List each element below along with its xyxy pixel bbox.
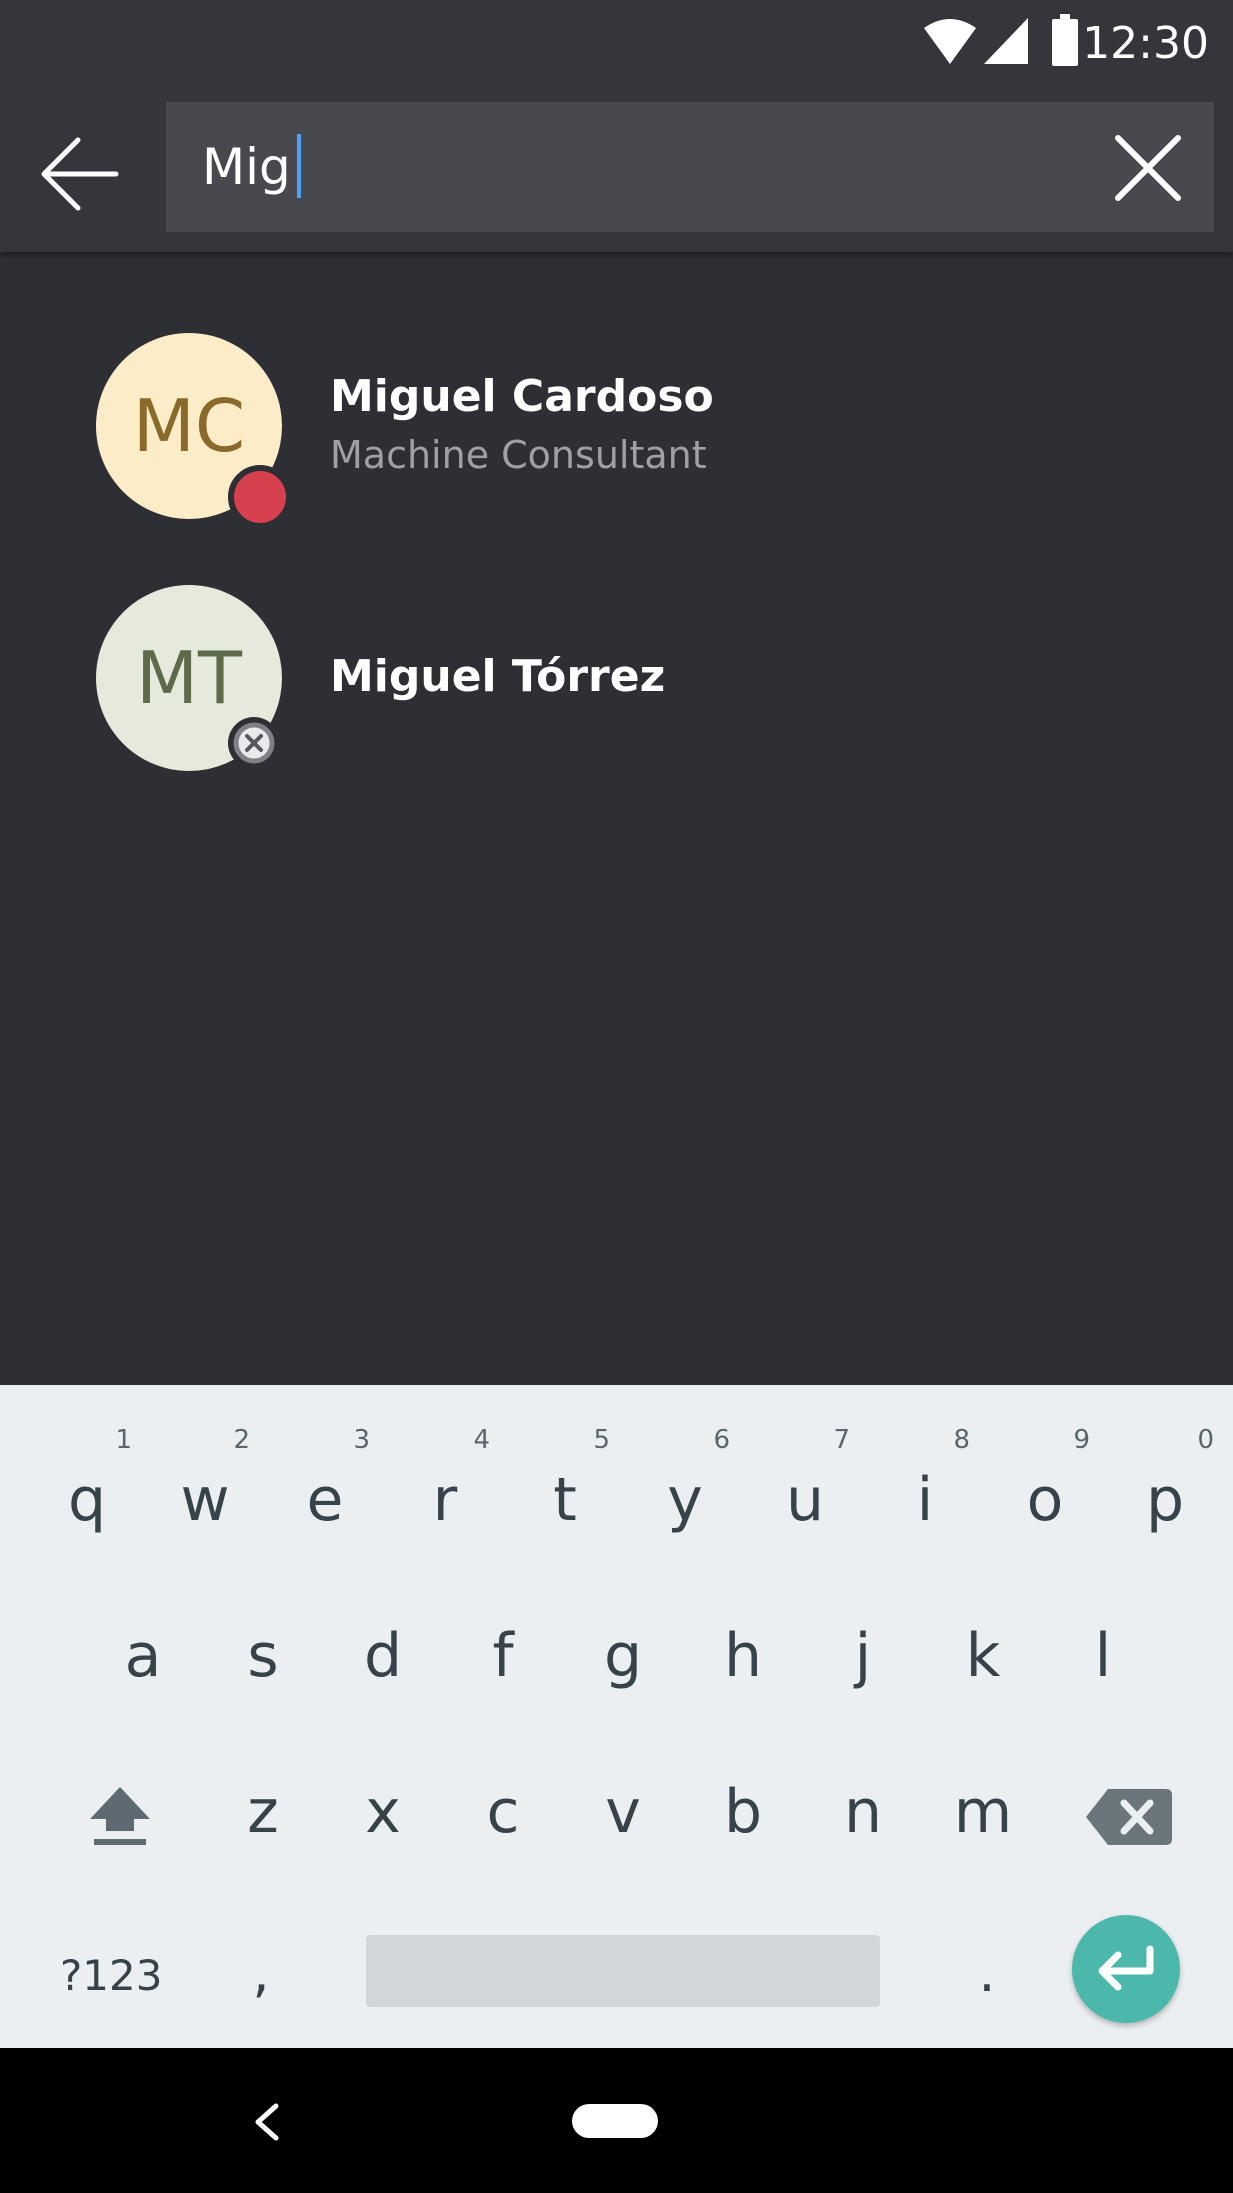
arrow-left-icon <box>41 137 119 211</box>
search-query-text: Mig <box>202 138 291 196</box>
key-v[interactable]: v <box>568 1777 678 1847</box>
key-b[interactable]: b <box>688 1777 798 1847</box>
search-header: Mig <box>0 90 1233 252</box>
key-m[interactable]: m <box>928 1777 1038 1847</box>
key-o[interactable]: o9 <box>990 1425 1100 1535</box>
avatar-initials: MT <box>135 636 243 720</box>
navigation-bar <box>0 2048 1233 2193</box>
contact-name: Miguel Tórrez <box>330 651 666 702</box>
key-p[interactable]: p0 <box>1110 1425 1220 1535</box>
key-w[interactable]: w2 <box>150 1425 260 1535</box>
status-bar: 12:30 <box>0 0 1233 90</box>
clear-search-button[interactable] <box>1112 132 1184 204</box>
on-screen-keyboard: q1 w2 e3 r4 t5 y6 u7 i8 o9 p0 a s d f g … <box>0 1385 1233 2048</box>
nav-home-icon[interactable] <box>572 2104 658 2138</box>
symbols-key[interactable]: ?123 <box>60 1951 162 2000</box>
backspace-key[interactable] <box>1086 1789 1172 1845</box>
signal-icon <box>984 18 1028 64</box>
search-input[interactable]: Mig <box>166 102 1214 232</box>
key-n[interactable]: n <box>808 1777 918 1847</box>
enter-arrow-icon <box>1098 1945 1154 1991</box>
key-r[interactable]: r4 <box>390 1425 500 1535</box>
key-i[interactable]: i8 <box>870 1425 980 1535</box>
key-u[interactable]: u7 <box>750 1425 860 1535</box>
key-j[interactable]: j <box>808 1621 918 1691</box>
contact-title: Machine Consultant <box>330 433 707 477</box>
contact-result-item[interactable]: MC Miguel Cardoso Machine Consultant <box>0 303 1233 529</box>
key-y[interactable]: y6 <box>630 1425 740 1535</box>
nav-back-icon <box>255 2103 279 2141</box>
comma-key[interactable]: , <box>206 1941 316 2004</box>
avatar-initials: MC <box>132 384 246 468</box>
backspace-icon <box>1086 1789 1172 1845</box>
text-caret <box>296 134 301 198</box>
key-g[interactable]: g <box>568 1621 678 1691</box>
key-e[interactable]: e3 <box>270 1425 380 1535</box>
space-key[interactable] <box>366 1935 880 2007</box>
key-h[interactable]: h <box>688 1621 798 1691</box>
battery-icon <box>1052 14 1078 66</box>
key-x[interactable]: x <box>328 1777 438 1847</box>
shift-key[interactable] <box>84 1779 156 1851</box>
key-c[interactable]: c <box>448 1777 558 1847</box>
key-f[interactable]: f <box>448 1621 558 1691</box>
period-key[interactable]: . <box>932 1941 1042 2004</box>
back-button[interactable] <box>36 128 128 220</box>
contact-result-item[interactable]: MT Miguel Tórrez <box>0 555 1233 775</box>
enter-key[interactable] <box>1072 1915 1180 2023</box>
shift-arrow-icon <box>90 1787 150 1845</box>
nav-back-button[interactable] <box>248 2102 288 2142</box>
key-a[interactable]: a <box>88 1621 198 1691</box>
status-time: 12:30 <box>1082 18 1209 69</box>
key-d[interactable]: d <box>328 1621 438 1691</box>
presence-busy-icon <box>228 465 292 529</box>
key-z[interactable]: z <box>208 1777 318 1847</box>
wifi-icon <box>924 19 976 64</box>
key-t[interactable]: t5 <box>510 1425 620 1535</box>
key-l[interactable]: l <box>1048 1621 1158 1691</box>
key-q[interactable]: q1 <box>32 1425 142 1535</box>
close-icon <box>1115 135 1181 201</box>
contact-name: Miguel Cardoso <box>330 371 714 422</box>
presence-offline-icon <box>228 717 280 769</box>
key-k[interactable]: k <box>928 1621 1038 1691</box>
key-s[interactable]: s <box>208 1621 318 1691</box>
